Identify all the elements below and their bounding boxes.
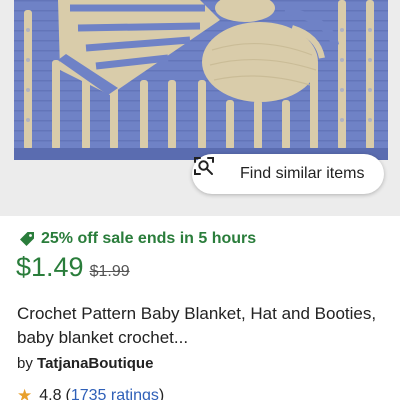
camera-search-icon [194, 157, 230, 186]
sale-text: 25% off sale ends in 5 hours [41, 230, 257, 247]
current-price: $1.49 [16, 252, 84, 282]
rating-value: 4.8 [39, 387, 62, 400]
star-icon: ★ [17, 386, 33, 400]
rating-row: ★ 4.8 ( 1735 ratings ) [17, 386, 164, 400]
find-similar-label: Find similar items [240, 165, 365, 182]
sale-banner: 25% off sale ends in 5 hours [18, 230, 256, 248]
listing-title[interactable]: Crochet Pattern Baby Blanket, Hat and Bo… [17, 302, 387, 350]
seller-name-link[interactable]: TatjanaBoutique [37, 355, 153, 372]
paren-close: ) [158, 387, 165, 400]
product-image[interactable]: Find similar items [0, 0, 400, 216]
find-similar-button[interactable]: Find similar items [192, 154, 384, 194]
seller-prefix: by [17, 355, 33, 372]
seller-row: by TatjanaBoutique [17, 355, 153, 372]
ratings-count-link[interactable]: 1735 ratings [71, 387, 159, 400]
original-price: $1.99 [89, 263, 130, 280]
price-row: $1.49 $1.99 [16, 252, 130, 283]
tag-icon [18, 230, 36, 248]
